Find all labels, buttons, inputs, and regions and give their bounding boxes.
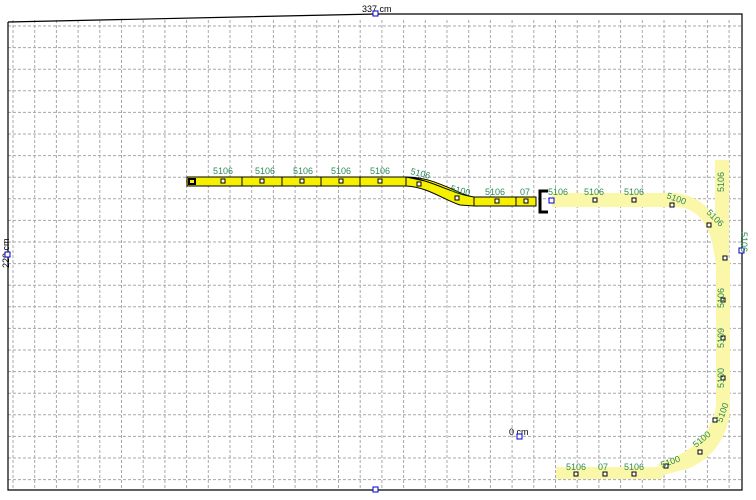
origin-handle[interactable] bbox=[516, 433, 523, 440]
track-label: 5106 bbox=[331, 166, 351, 176]
track-node[interactable] bbox=[338, 178, 344, 184]
track-label: 07 bbox=[598, 462, 608, 472]
buffer-stop-inner bbox=[190, 180, 194, 183]
track-node[interactable] bbox=[454, 195, 460, 201]
track-node[interactable] bbox=[722, 255, 728, 261]
track-label: 5106 bbox=[548, 187, 568, 197]
track-label: 5106 bbox=[624, 462, 644, 472]
layout-canvas[interactable]: 337 cm 220 cm 0 cm 5106 5106 5106 5106 5… bbox=[0, 0, 756, 500]
track-label: 5106 bbox=[716, 172, 726, 192]
track-node[interactable] bbox=[706, 222, 712, 228]
track-label: 5106 bbox=[485, 187, 505, 197]
track-node[interactable] bbox=[631, 471, 637, 477]
track-node[interactable] bbox=[669, 202, 675, 208]
track-label: 5106 bbox=[716, 288, 726, 308]
grid bbox=[8, 20, 742, 490]
track-label: 5106 bbox=[739, 232, 749, 252]
track-straight-selected[interactable] bbox=[186, 176, 408, 187]
track-node[interactable] bbox=[523, 198, 529, 204]
track-label: 5106 bbox=[370, 166, 390, 176]
track-node-group bbox=[220, 178, 728, 477]
track-plan[interactable]: 337 cm 220 cm 0 cm 5106 5106 5106 5106 5… bbox=[0, 0, 756, 500]
track-label: 5106 bbox=[293, 166, 313, 176]
track-labels: 5106 5106 5106 5106 5106 5106 5100 5106 … bbox=[213, 166, 749, 472]
track-node[interactable] bbox=[259, 178, 265, 184]
track-node[interactable] bbox=[573, 471, 579, 477]
track-end-connector[interactable] bbox=[538, 189, 548, 214]
board-bottom-handle[interactable] bbox=[372, 486, 379, 493]
track-node[interactable] bbox=[416, 181, 422, 187]
track-node[interactable] bbox=[592, 197, 598, 203]
track-label: 5106 bbox=[584, 187, 604, 197]
track-label: 5109 bbox=[716, 328, 726, 348]
board-top-handle[interactable] bbox=[372, 10, 379, 17]
track-node[interactable] bbox=[220, 178, 226, 184]
track-node[interactable] bbox=[602, 471, 608, 477]
track-node[interactable] bbox=[631, 197, 637, 203]
track-label: 5100 bbox=[716, 368, 726, 388]
track-label: 5106 bbox=[213, 166, 233, 176]
track-label: 5106 bbox=[566, 462, 586, 472]
track-node[interactable] bbox=[377, 178, 383, 184]
track-label: 5106 bbox=[624, 187, 644, 197]
track-label: 5106 bbox=[255, 166, 275, 176]
track-straight[interactable] bbox=[552, 193, 678, 207]
connector-handle[interactable] bbox=[548, 197, 555, 204]
track-label: 07 bbox=[520, 187, 530, 197]
track-node[interactable] bbox=[697, 449, 703, 455]
board-left-handle[interactable] bbox=[4, 251, 11, 258]
track-node[interactable] bbox=[494, 198, 500, 204]
track-node[interactable] bbox=[299, 178, 305, 184]
board-outline[interactable] bbox=[7, 13, 743, 491]
